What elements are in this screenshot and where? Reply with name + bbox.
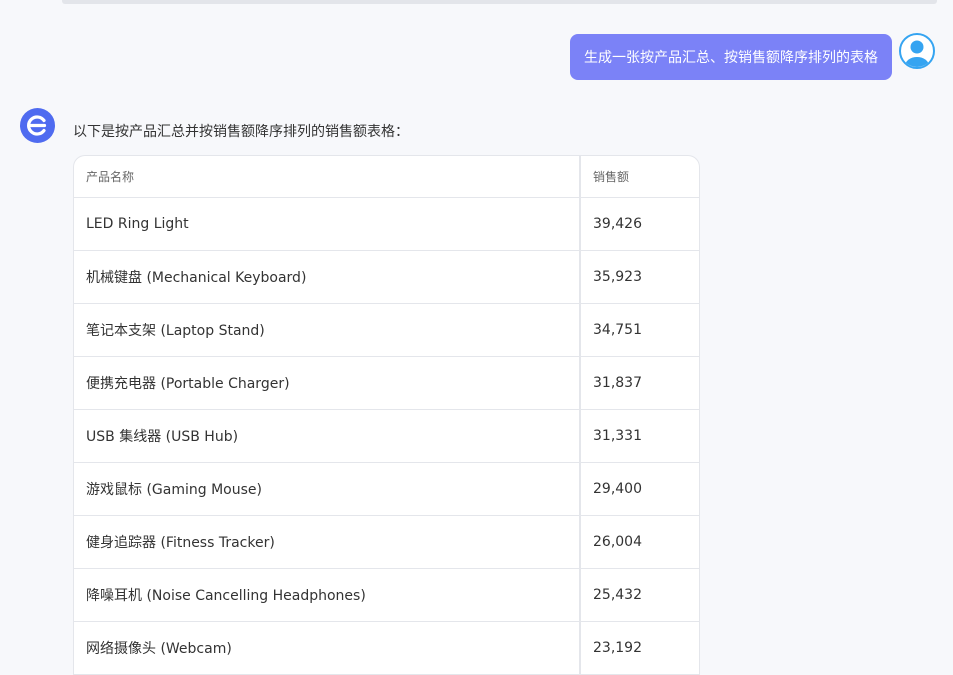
sales-table: 产品名称 销售额 LED Ring Light 39,426 机械键盘 (Mec… (73, 155, 700, 675)
table-row: 网络摄像头 (Webcam) 23,192 (74, 621, 699, 675)
sales-amount-cell: 31,837 (579, 356, 699, 410)
sales-amount-cell: 25,432 (579, 568, 699, 622)
table-row: 降噪耳机 (Noise Cancelling Headphones) 25,43… (74, 568, 699, 622)
table-row: 便携充电器 (Portable Charger) 31,837 (74, 356, 699, 410)
user-message-bubble: 生成一张按产品汇总、按销售额降序排列的表格 (570, 34, 892, 80)
assistant-logo-icon (20, 108, 55, 143)
header-product-name: 产品名称 (74, 156, 580, 198)
user-message-text: 生成一张按产品汇总、按销售额降序排列的表格 (584, 50, 878, 66)
product-name-cell: 网络摄像头 (Webcam) (74, 621, 580, 675)
sales-amount-cell: 26,004 (579, 515, 699, 569)
sales-amount-cell: 29,400 (579, 462, 699, 516)
product-name-cell: 便携充电器 (Portable Charger) (74, 356, 580, 410)
product-name-cell: USB 集线器 (USB Hub) (74, 409, 580, 463)
product-name-cell: 健身追踪器 (Fitness Tracker) (74, 515, 580, 569)
header-sales-amount: 销售额 (579, 156, 699, 198)
product-name-cell: 降噪耳机 (Noise Cancelling Headphones) (74, 568, 580, 622)
product-name-cell: 机械键盘 (Mechanical Keyboard) (74, 250, 580, 304)
table-row: 健身追踪器 (Fitness Tracker) 26,004 (74, 515, 699, 569)
table-row: 机械键盘 (Mechanical Keyboard) 35,923 (74, 250, 699, 304)
product-name-cell: LED Ring Light (74, 197, 580, 251)
product-name-cell: 游戏鼠标 (Gaming Mouse) (74, 462, 580, 516)
sales-amount-cell: 35,923 (579, 250, 699, 304)
sales-amount-cell: 39,426 (579, 197, 699, 251)
table-row: 游戏鼠标 (Gaming Mouse) 29,400 (74, 462, 699, 516)
sales-amount-cell: 31,331 (579, 409, 699, 463)
table-row: 笔记本支架 (Laptop Stand) 34,751 (74, 303, 699, 357)
user-avatar-icon (899, 33, 935, 69)
scroll-edge (62, 0, 937, 4)
table-header-row: 产品名称 销售额 (74, 156, 699, 198)
table-row: USB 集线器 (USB Hub) 31,331 (74, 409, 699, 463)
table-row: LED Ring Light 39,426 (74, 197, 699, 251)
sales-amount-cell: 23,192 (579, 621, 699, 675)
assistant-message-text: 以下是按产品汇总并按销售额降序排列的销售额表格： (73, 124, 409, 140)
product-name-cell: 笔记本支架 (Laptop Stand) (74, 303, 580, 357)
sales-amount-cell: 34,751 (579, 303, 699, 357)
